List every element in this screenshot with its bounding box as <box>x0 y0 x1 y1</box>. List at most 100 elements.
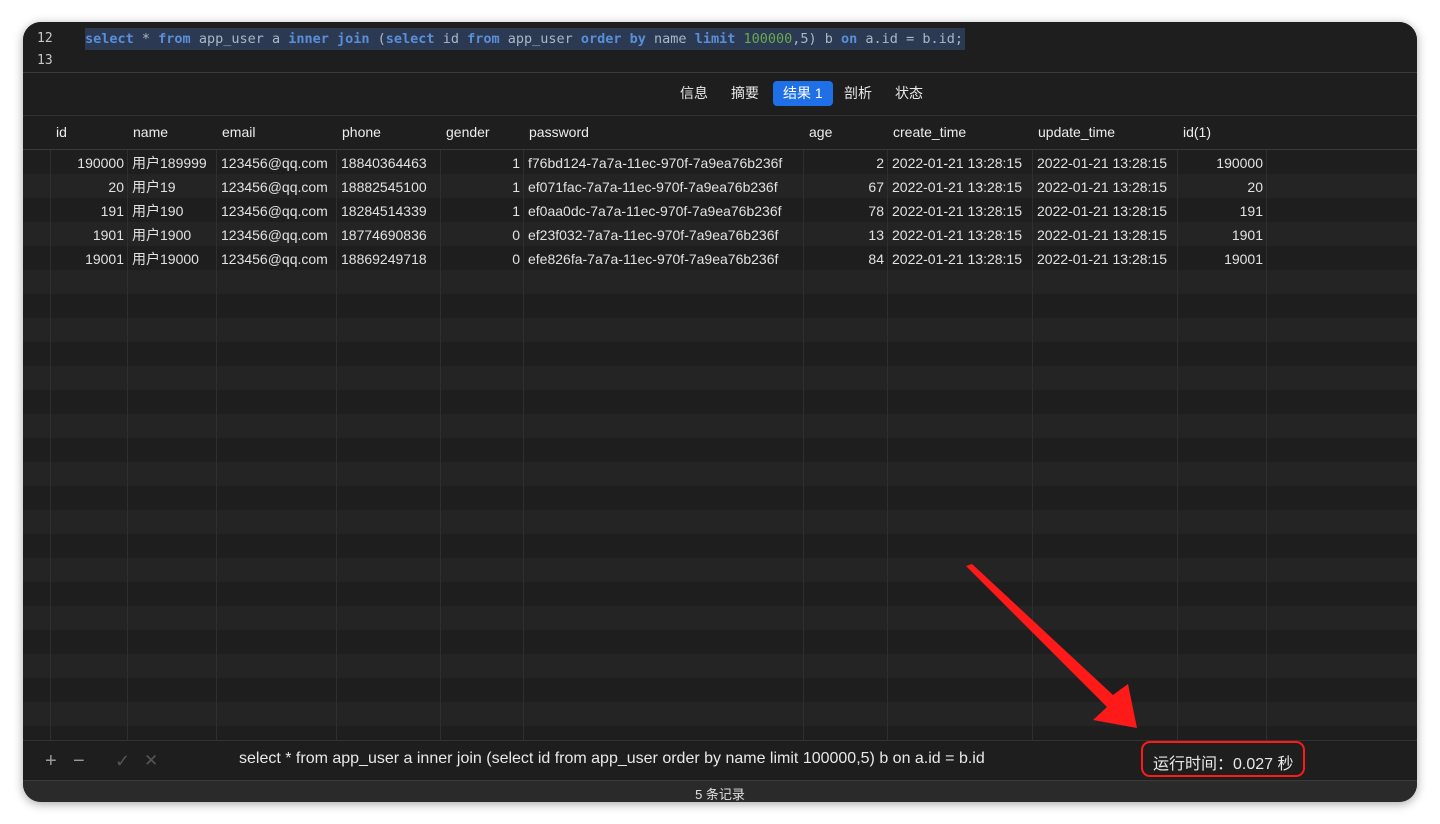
row-stripe <box>23 534 1417 558</box>
line-number: 13 <box>37 53 53 68</box>
table-cell[interactable]: 123456@qq.com <box>217 223 337 247</box>
table-cell[interactable]: 2 <box>804 151 888 175</box>
table-cell[interactable]: 1 <box>441 199 524 223</box>
delete-row-icon[interactable]: − <box>73 749 85 773</box>
row-stripe <box>23 606 1417 630</box>
table-cell[interactable]: 19001 <box>51 247 128 271</box>
column-header[interactable]: gender <box>441 116 524 149</box>
row-stripe <box>23 678 1417 702</box>
row-stripe <box>23 366 1417 390</box>
status-bar: + − ✓ ✕ select * from app_user a inner j… <box>23 740 1417 781</box>
table-cell[interactable]: 2022-01-21 13:28:15 <box>1033 175 1178 199</box>
column-header[interactable]: name <box>128 116 217 149</box>
table-cell[interactable]: ef071fac-7a7a-11ec-970f-7a9ea76b236f <box>524 175 804 199</box>
apply-changes-icon[interactable]: ✓ <box>115 749 130 773</box>
table-cell[interactable]: 2022-01-21 13:28:15 <box>1033 247 1178 271</box>
record-count: 5 条记录 <box>695 787 745 802</box>
discard-changes-icon[interactable]: ✕ <box>144 749 158 773</box>
row-stripe <box>23 342 1417 366</box>
row-stripe <box>23 414 1417 438</box>
footer-bar: 5 条记录 <box>23 780 1417 802</box>
table-cell[interactable]: 2022-01-21 13:28:15 <box>888 199 1033 223</box>
tab-summary[interactable]: 摘要 <box>721 81 769 106</box>
table-cell[interactable]: 2022-01-21 13:28:15 <box>888 223 1033 247</box>
column-header[interactable]: create_time <box>888 116 1033 149</box>
column-header[interactable]: update_time <box>1033 116 1178 149</box>
tab-profile[interactable]: 剖析 <box>834 81 882 106</box>
column-header[interactable]: id(1) <box>1178 116 1267 149</box>
table-cell[interactable]: 190000 <box>1178 151 1267 175</box>
table-cell[interactable]: 18840364463 <box>337 151 441 175</box>
table-cell[interactable]: 67 <box>804 175 888 199</box>
table-cell[interactable]: 18284514339 <box>337 199 441 223</box>
table-cell[interactable]: 1 <box>441 151 524 175</box>
table-cell[interactable]: 19001 <box>1178 247 1267 271</box>
table-cell[interactable]: 123456@qq.com <box>217 199 337 223</box>
table-cell[interactable]: 用户189999 <box>128 151 217 175</box>
table-cell[interactable]: 123456@qq.com <box>217 175 337 199</box>
table-cell[interactable]: ef0aa0dc-7a7a-11ec-970f-7a9ea76b236f <box>524 199 804 223</box>
table-cell[interactable]: 2022-01-21 13:28:15 <box>1033 151 1178 175</box>
table-cell[interactable]: 84 <box>804 247 888 271</box>
table-cell[interactable]: 191 <box>51 199 128 223</box>
table-cell[interactable]: 190000 <box>51 151 128 175</box>
tab-status[interactable]: 状态 <box>885 81 933 106</box>
row-stripe <box>23 438 1417 462</box>
column-header[interactable]: id <box>51 116 128 149</box>
row-stripe <box>23 510 1417 534</box>
column-header[interactable]: phone <box>337 116 441 149</box>
row-stripe <box>23 582 1417 606</box>
row-stripe <box>23 270 1417 294</box>
row-stripe <box>23 630 1417 654</box>
column-header[interactable]: password <box>524 116 804 149</box>
column-header[interactable]: email <box>217 116 337 149</box>
table-cell[interactable]: 191 <box>1178 199 1267 223</box>
table-cell[interactable]: 用户1900 <box>128 223 217 247</box>
row-stripe <box>23 462 1417 486</box>
executed-sql-text: select * from app_user a inner join (sel… <box>239 750 985 767</box>
table-cell[interactable]: 123456@qq.com <box>217 247 337 271</box>
table-cell[interactable]: 1901 <box>51 223 128 247</box>
table-cell[interactable]: f76bd124-7a7a-11ec-970f-7a9ea76b236f <box>524 151 804 175</box>
table-cell[interactable]: 78 <box>804 199 888 223</box>
app-window: 12 select * from app_user a inner join (… <box>23 22 1417 802</box>
table-cell[interactable]: 2022-01-21 13:28:15 <box>888 247 1033 271</box>
table-cell[interactable]: ef23f032-7a7a-11ec-970f-7a9ea76b236f <box>524 223 804 247</box>
table-cell[interactable]: 2022-01-21 13:28:15 <box>888 175 1033 199</box>
tab-result-1[interactable]: 结果 1 <box>773 81 833 106</box>
table-cell[interactable]: 0 <box>441 247 524 271</box>
table-cell[interactable]: 18774690836 <box>337 223 441 247</box>
table-cell[interactable]: efe826fa-7a7a-11ec-970f-7a9ea76b236f <box>524 247 804 271</box>
table-cell[interactable]: 用户19 <box>128 175 217 199</box>
row-stripe <box>23 654 1417 678</box>
table-cell[interactable]: 用户190 <box>128 199 217 223</box>
table-cell[interactable]: 123456@qq.com <box>217 151 337 175</box>
result-tabs: 信息 摘要 结果 1 剖析 状态 <box>23 73 1417 115</box>
table-cell[interactable]: 0 <box>441 223 524 247</box>
column-header[interactable]: age <box>804 116 888 149</box>
table-cell[interactable]: 13 <box>804 223 888 247</box>
grid-header: id name email phone gender password age create_… <box>23 116 1417 150</box>
table-cell[interactable]: 2022-01-21 13:28:15 <box>1033 223 1178 247</box>
sql-editor[interactable]: 12 select * from app_user a inner join (… <box>23 22 1417 72</box>
table-cell[interactable]: 18882545100 <box>337 175 441 199</box>
table-cell[interactable]: 1901 <box>1178 223 1267 247</box>
table-cell[interactable]: 20 <box>51 175 128 199</box>
table-cell[interactable]: 2022-01-21 13:28:15 <box>888 151 1033 175</box>
table-cell[interactable]: 20 <box>1178 175 1267 199</box>
table-cell[interactable]: 1 <box>441 175 524 199</box>
add-row-icon[interactable]: + <box>45 749 57 773</box>
row-stripe <box>23 558 1417 582</box>
row-stripe <box>23 390 1417 414</box>
row-stripe <box>23 702 1417 726</box>
runtime-text: 运行时间：0.027 秒 <box>1153 756 1294 773</box>
table-cell[interactable]: 2022-01-21 13:28:15 <box>1033 199 1178 223</box>
sql-statement[interactable]: select * from app_user a inner join (sel… <box>85 28 965 50</box>
result-grid[interactable]: id name email phone gender password age create_… <box>23 116 1417 740</box>
row-stripe <box>23 486 1417 510</box>
row-stripe <box>23 294 1417 318</box>
table-cell[interactable]: 18869249718 <box>337 247 441 271</box>
tab-info[interactable]: 信息 <box>670 81 718 106</box>
line-number: 12 <box>37 31 53 46</box>
table-cell[interactable]: 用户19000 <box>128 247 217 271</box>
